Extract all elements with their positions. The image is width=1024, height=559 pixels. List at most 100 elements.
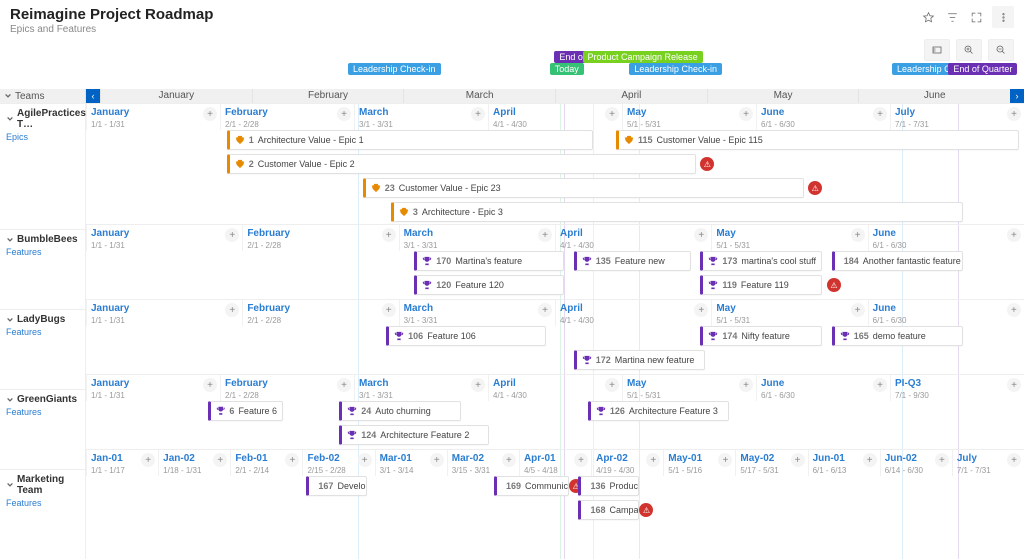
- add-item-button[interactable]: +: [1007, 303, 1021, 317]
- period-name[interactable]: April: [493, 107, 516, 118]
- work-item-bar[interactable]: 115Customer Value - Epic 115: [616, 130, 1019, 150]
- add-item-button[interactable]: +: [863, 453, 877, 467]
- team-sublink[interactable]: Features: [6, 498, 79, 508]
- period-name[interactable]: January: [91, 303, 129, 314]
- work-item-bar[interactable]: 173martina's cool stuff: [700, 251, 822, 271]
- alert-badge[interactable]: ⚠: [639, 503, 653, 517]
- add-item-button[interactable]: +: [694, 228, 708, 242]
- period-name[interactable]: Feb-02: [307, 453, 339, 464]
- period-name[interactable]: June: [873, 228, 896, 239]
- period-name[interactable]: February: [225, 107, 268, 118]
- add-item-button[interactable]: +: [1007, 228, 1021, 242]
- period-name[interactable]: January: [91, 228, 129, 239]
- add-item-button[interactable]: +: [285, 453, 299, 467]
- add-item-button[interactable]: +: [538, 228, 552, 242]
- team-sublink[interactable]: Epics: [6, 132, 79, 142]
- alert-badge[interactable]: ⚠: [808, 181, 822, 195]
- period-name[interactable]: Jun-02: [885, 453, 917, 464]
- period-name[interactable]: PI-Q3: [895, 378, 921, 389]
- add-item-button[interactable]: +: [605, 378, 619, 392]
- period-name[interactable]: Apr-02: [596, 453, 628, 464]
- period-name[interactable]: May-02: [740, 453, 774, 464]
- add-item-button[interactable]: +: [739, 378, 753, 392]
- period-name[interactable]: Jan-02: [163, 453, 195, 464]
- period-name[interactable]: Mar-01: [380, 453, 412, 464]
- work-item-bar[interactable]: 124Architecture Feature 2: [339, 425, 489, 445]
- period-name[interactable]: March: [359, 107, 388, 118]
- period-name[interactable]: May: [716, 228, 735, 239]
- fit-view-button[interactable]: [924, 39, 950, 61]
- add-item-button[interactable]: +: [471, 107, 485, 121]
- period-name[interactable]: June: [761, 378, 784, 389]
- timeline-marker[interactable]: Today: [550, 63, 584, 75]
- period-name[interactable]: Mar-02: [452, 453, 484, 464]
- favorite-icon[interactable]: [920, 9, 936, 25]
- add-item-button[interactable]: +: [646, 453, 660, 467]
- period-name[interactable]: Feb-01: [235, 453, 267, 464]
- team-toggle[interactable]: LadyBugs: [6, 314, 79, 325]
- period-name[interactable]: May: [627, 378, 646, 389]
- period-name[interactable]: April: [560, 228, 583, 239]
- work-item-bar[interactable]: 1Architecture Value - Epic 1: [227, 130, 593, 150]
- add-item-button[interactable]: +: [382, 228, 396, 242]
- work-item-bar[interactable]: 23Customer Value - Epic 23: [363, 178, 804, 198]
- add-item-button[interactable]: +: [694, 303, 708, 317]
- team-toggle[interactable]: GreenGiants: [6, 394, 79, 405]
- scroll-right-button[interactable]: ›: [1010, 89, 1024, 103]
- add-item-button[interactable]: +: [358, 453, 372, 467]
- fullscreen-icon[interactable]: [968, 9, 984, 25]
- more-icon[interactable]: [992, 6, 1014, 28]
- timeline-marker[interactable]: Product Campaign Release: [583, 51, 703, 63]
- add-item-button[interactable]: +: [1007, 453, 1021, 467]
- period-name[interactable]: March: [359, 378, 388, 389]
- add-item-button[interactable]: +: [538, 303, 552, 317]
- team-toggle[interactable]: Marketing Team: [6, 474, 79, 496]
- add-item-button[interactable]: +: [141, 453, 155, 467]
- work-item-bar[interactable]: 170Martina's feature: [414, 251, 564, 271]
- team-toggle[interactable]: AgilePractices T…: [6, 108, 79, 130]
- period-name[interactable]: February: [247, 228, 290, 239]
- work-item-bar[interactable]: 3Architecture - Epic 3: [391, 202, 963, 222]
- alert-badge[interactable]: ⚠: [827, 278, 841, 292]
- add-item-button[interactable]: +: [851, 228, 865, 242]
- zoom-in-button[interactable]: [956, 39, 982, 61]
- period-name[interactable]: July: [957, 453, 977, 464]
- period-name[interactable]: May: [716, 303, 735, 314]
- add-item-button[interactable]: +: [873, 107, 887, 121]
- work-item-bar[interactable]: 106Feature 106: [386, 326, 545, 346]
- work-item-bar[interactable]: 24Auto churning: [339, 401, 461, 421]
- timeline-marker[interactable]: Leadership Check-in: [629, 63, 722, 75]
- add-item-button[interactable]: +: [502, 453, 516, 467]
- period-name[interactable]: May-01: [668, 453, 702, 464]
- add-item-button[interactable]: +: [337, 378, 351, 392]
- work-item-bar[interactable]: 2Customer Value - Epic 2: [227, 154, 696, 174]
- add-item-button[interactable]: +: [471, 378, 485, 392]
- zoom-out-button[interactable]: [988, 39, 1014, 61]
- add-item-button[interactable]: +: [225, 303, 239, 317]
- add-item-button[interactable]: +: [225, 228, 239, 242]
- period-name[interactable]: Jan-01: [91, 453, 123, 464]
- filter-icon[interactable]: [944, 9, 960, 25]
- period-name[interactable]: April: [493, 378, 516, 389]
- work-item-bar[interactable]: 136Produc…: [578, 476, 639, 496]
- add-item-button[interactable]: +: [739, 107, 753, 121]
- period-name[interactable]: January: [91, 107, 129, 118]
- add-item-button[interactable]: +: [935, 453, 949, 467]
- period-name[interactable]: July: [895, 107, 915, 118]
- team-toggle[interactable]: BumbleBees: [6, 234, 79, 245]
- work-item-bar[interactable]: 120Feature 120: [414, 275, 564, 295]
- add-item-button[interactable]: +: [1007, 378, 1021, 392]
- work-item-bar[interactable]: 174Nifty feature: [700, 326, 822, 346]
- team-sublink[interactable]: Features: [6, 407, 79, 417]
- scroll-left-button[interactable]: ‹: [86, 89, 100, 103]
- period-name[interactable]: Jun-01: [813, 453, 845, 464]
- add-item-button[interactable]: +: [718, 453, 732, 467]
- work-item-bar[interactable]: 167Develo…: [306, 476, 367, 496]
- period-name[interactable]: June: [873, 303, 896, 314]
- period-name[interactable]: February: [225, 378, 268, 389]
- timeline-marker[interactable]: Leadership Check-in: [348, 63, 441, 75]
- team-sublink[interactable]: Features: [6, 327, 79, 337]
- add-item-button[interactable]: +: [213, 453, 227, 467]
- add-item-button[interactable]: +: [605, 107, 619, 121]
- work-item-bar[interactable]: 119Feature 119: [700, 275, 822, 295]
